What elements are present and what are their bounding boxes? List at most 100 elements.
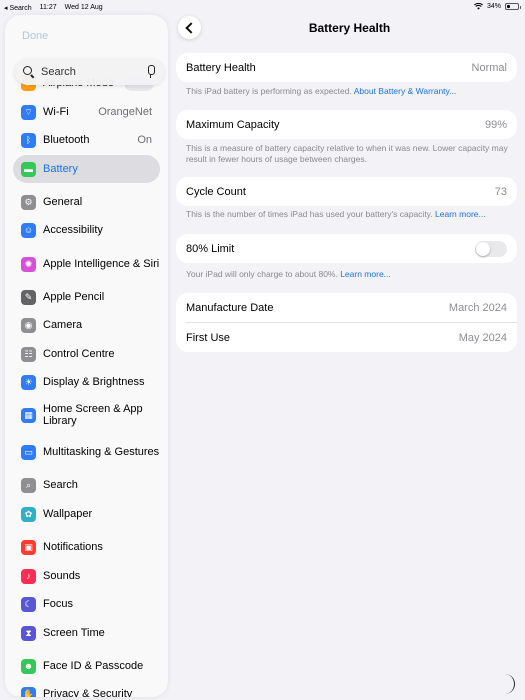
- maximum-capacity-card: Maximum Capacity 99%: [176, 110, 517, 139]
- sidebar-item-label: Sounds: [43, 570, 81, 582]
- sidebar-item-label: Home Screen & App Library: [43, 403, 143, 427]
- camera-icon: ◉: [21, 317, 36, 333]
- manufacture-date-value: March 2024: [448, 301, 507, 314]
- cycle-learn-more-link[interactable]: Learn more...: [435, 209, 486, 219]
- maximum-capacity-row: Maximum Capacity 99%: [186, 118, 507, 131]
- sidebar-item-label: Control Centre: [43, 348, 115, 360]
- sidebar-item-label: Focus: [43, 598, 73, 610]
- sidebar-item-notifications[interactable]: ▣ Notifications: [13, 533, 160, 561]
- bluetooth-icon: ᛒ: [21, 132, 36, 148]
- sidebar-item-label: Camera: [43, 319, 83, 331]
- first-use-row: First Use May 2024: [186, 331, 507, 344]
- status-time: 11:27: [39, 4, 57, 11]
- sidebar-item-label: Apple Pencil: [43, 291, 105, 303]
- sidebar-item-bluetooth[interactable]: ᛒ Bluetooth On: [13, 126, 160, 154]
- sidebar-item-label: Screen Time: [43, 627, 105, 639]
- sidebar-item-apple-pencil[interactable]: ✎ Apple Pencil: [13, 283, 160, 311]
- sidebar-item-value: OrangeNet: [98, 106, 152, 118]
- search-input[interactable]: Search: [41, 66, 146, 78]
- limit-note: Your iPad will only charge to about 80%.…: [186, 269, 391, 279]
- limit-toggle[interactable]: [475, 240, 507, 257]
- search-icon: ⌕: [21, 477, 36, 493]
- first-use-value: May 2024: [458, 331, 507, 344]
- limit-learn-more-link[interactable]: Learn more...: [340, 269, 391, 279]
- accessibility-icon: ☺: [21, 222, 36, 238]
- status-date: Wed 12 Aug: [64, 4, 103, 11]
- sidebar-item-label: Face ID & Passcode: [43, 660, 144, 672]
- battery-status-icon: [505, 3, 521, 10]
- microphone-icon[interactable]: [146, 65, 156, 79]
- sidebar-item-search[interactable]: ⌕ Search: [13, 471, 160, 499]
- battery-health-card: Battery Health Normal: [176, 53, 517, 82]
- sidebar-item-label: Privacy & Security: [43, 688, 133, 697]
- done-button[interactable]: Done: [22, 30, 48, 42]
- battery-health-row[interactable]: Battery Health Normal: [176, 53, 517, 82]
- sidebar-item-label: Wallpaper: [43, 508, 93, 520]
- battery-percent: 34%: [486, 3, 501, 10]
- battery-icon: ▬: [21, 161, 36, 177]
- dates-card: Manufacture Date March 2024 First Use Ma…: [176, 293, 517, 352]
- battery-health-value: Normal: [471, 61, 507, 74]
- back-to-app-link[interactable]: ◂ Search: [4, 4, 32, 12]
- focus-icon: ☾: [21, 596, 36, 612]
- page-title: Battery Health: [308, 21, 391, 35]
- corner-indicator: [505, 674, 515, 694]
- sounds-icon: ♪: [21, 568, 36, 584]
- sidebar-item-label: Search: [43, 479, 78, 491]
- cycle-count-note: This is the number of times iPad has use…: [186, 209, 486, 219]
- sidebar-item-label: Bluetooth: [43, 134, 90, 146]
- status-bar: ◂ Search 11:27 Wed 12 Aug 34%: [0, 0, 525, 16]
- sidebar-item-label: Display & Brightness: [43, 376, 145, 388]
- pencil-icon: ✎: [21, 289, 36, 305]
- maximum-capacity-value: 99%: [484, 118, 507, 131]
- sidebar-item-accessibility[interactable]: ☺ Accessibility: [13, 216, 160, 244]
- face-id-icon: ☻: [21, 658, 36, 674]
- sidebar-item-home-screen-and-app-library[interactable]: ▦ Home Screen & App Library: [13, 401, 160, 429]
- sidebar-item-label: Accessibility: [43, 224, 103, 236]
- sidebar-item-screen-time[interactable]: ⧗ Screen Time: [13, 619, 160, 647]
- sidebar-item-apple-intelligence-and-siri[interactable]: ✺ Apple Intelligence & Siri: [13, 250, 160, 278]
- wallpaper-icon: ✿: [21, 506, 36, 522]
- search-bar[interactable]: Search: [15, 59, 164, 85]
- sidebar-item-wallpaper[interactable]: ✿ Wallpaper: [13, 500, 160, 528]
- gear-icon: ⚙: [21, 194, 36, 210]
- sidebar-item-multitasking-and-gestures[interactable]: ▭ Multitasking & Gestures: [13, 438, 160, 466]
- cycle-count-card: Cycle Count 73: [176, 177, 517, 206]
- sidebar-item-label: Battery: [43, 163, 78, 175]
- sidebar-item-focus[interactable]: ☾ Focus: [13, 590, 160, 618]
- home-screen-icon: ▦: [21, 407, 36, 423]
- cycle-count-row: Cycle Count 73: [186, 185, 507, 198]
- limit-row: 80% Limit: [176, 234, 517, 263]
- sidebar-item-face-id-and-passcode[interactable]: ☻ Face ID & Passcode: [13, 652, 160, 680]
- brightness-icon: ☀: [21, 374, 36, 390]
- sidebar-item-value: On: [137, 134, 152, 146]
- multitasking-icon: ▭: [21, 444, 36, 460]
- limit-card: 80% Limit: [176, 234, 517, 263]
- wifi-icon: ⌔: [21, 104, 36, 120]
- sidebar-item-label: Wi-Fi: [43, 106, 69, 118]
- control-centre-icon: ☷: [21, 346, 36, 362]
- sidebar-item-sounds[interactable]: ♪ Sounds: [13, 562, 160, 590]
- sidebar-item-label: Multitasking & Gestures: [43, 446, 160, 458]
- sidebar-item-privacy-and-security[interactable]: ✋ Privacy & Security: [13, 680, 160, 697]
- sidebar-item-wi-fi[interactable]: ⌔ Wi-Fi OrangeNet: [13, 98, 160, 126]
- search-icon: [23, 66, 35, 78]
- sidebar-item-display-and-brightness[interactable]: ☀ Display & Brightness: [13, 368, 160, 396]
- battery-health-note: This iPad battery is performing as expec…: [186, 86, 457, 96]
- wifi-status-icon: [474, 3, 483, 10]
- sidebar-item-label: General: [43, 196, 83, 208]
- privacy-icon: ✋: [21, 686, 36, 697]
- manufacture-date-row: Manufacture Date March 2024: [186, 301, 507, 314]
- notifications-icon: ▣: [21, 539, 36, 555]
- screen-time-icon: ⧗: [21, 625, 36, 641]
- cycle-count-value: 73: [494, 185, 507, 198]
- about-battery-link[interactable]: About Battery & Warranty...: [354, 86, 457, 96]
- sidebar-item-battery[interactable]: ▬ Battery: [13, 155, 160, 183]
- sidebar-item-general[interactable]: ⚙ General: [13, 188, 160, 216]
- sidebar-item-camera[interactable]: ◉ Camera: [13, 311, 160, 339]
- sidebar-item-control-centre[interactable]: ☷ Control Centre: [13, 340, 160, 368]
- sidebar-item-label: Notifications: [43, 541, 103, 553]
- sidebar: Done ✈ Airplane Mode Search ⌔Wi-FiOrange…: [5, 15, 168, 697]
- sidebar-item-label: Apple Intelligence & Siri: [43, 258, 160, 270]
- siri-icon: ✺: [21, 256, 36, 272]
